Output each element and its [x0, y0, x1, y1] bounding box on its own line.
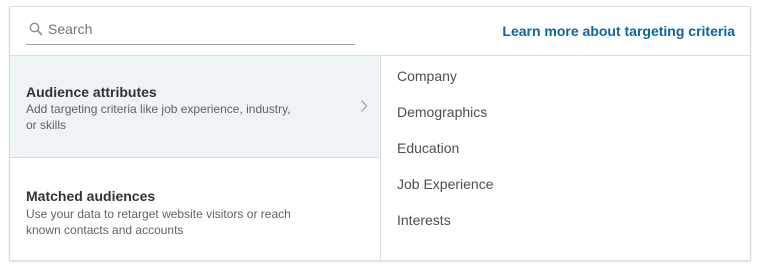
- option-matched-audiences[interactable]: Matched audiences Use your data to retar…: [10, 159, 380, 260]
- learn-more-link[interactable]: Learn more about targeting criteria: [502, 23, 735, 39]
- search-field[interactable]: [26, 16, 355, 45]
- search-input[interactable]: [48, 16, 348, 42]
- category-item-job-experience[interactable]: Job Experience: [397, 176, 494, 192]
- option-audience-attributes[interactable]: Audience attributes Add targeting criter…: [10, 56, 380, 158]
- category-item-demographics[interactable]: Demographics: [397, 104, 487, 120]
- option-description: Use your data to retarget website visito…: [26, 207, 291, 237]
- targeting-panel: Learn more about targeting criteria Audi…: [9, 6, 751, 261]
- category-item-interests[interactable]: Interests: [397, 212, 451, 228]
- panel-header: Learn more about targeting criteria: [10, 7, 750, 56]
- category-item-company[interactable]: Company: [397, 68, 457, 84]
- chevron-right-icon: [361, 100, 368, 112]
- option-title: Audience attributes: [26, 84, 157, 100]
- targeting-options: Audience attributes Add targeting criter…: [10, 56, 381, 260]
- option-description: Add targeting criteria like job experien…: [26, 102, 291, 132]
- option-title: Matched audiences: [26, 188, 156, 204]
- search-icon: [29, 22, 43, 36]
- category-list: Company Demographics Education Job Exper…: [381, 56, 750, 260]
- category-item-education[interactable]: Education: [397, 140, 459, 156]
